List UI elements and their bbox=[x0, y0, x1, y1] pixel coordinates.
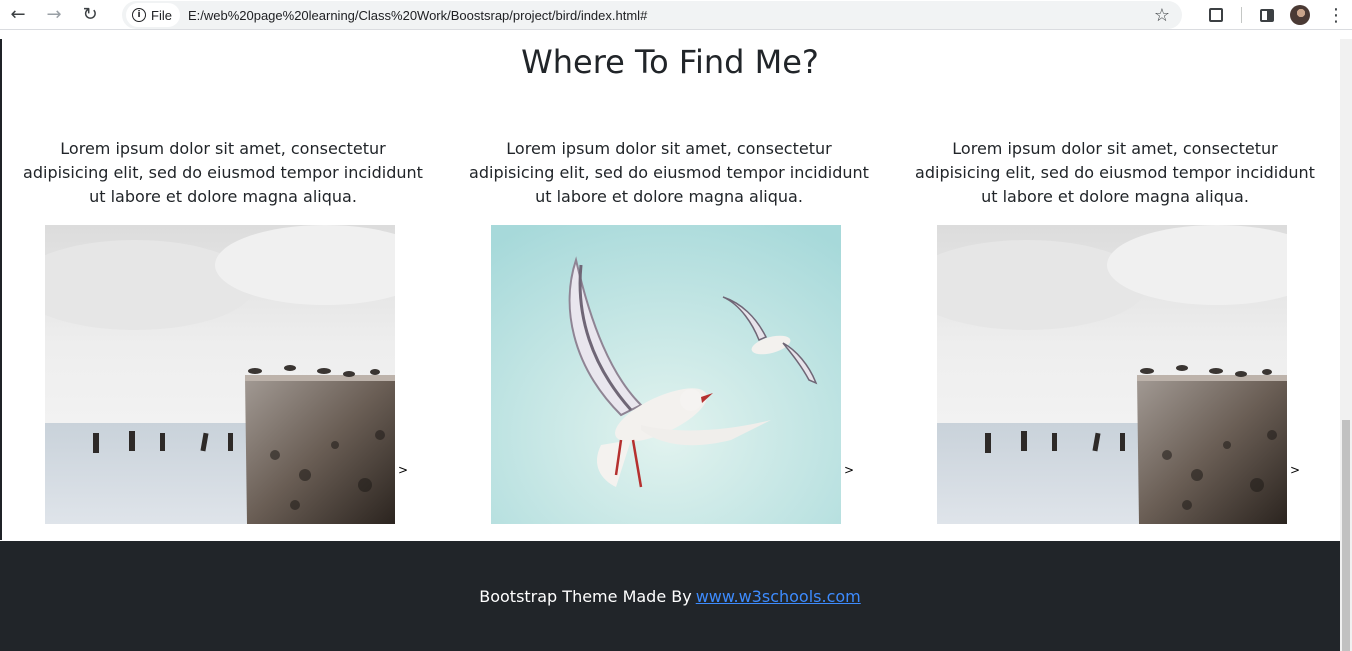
address-bar[interactable]: i File E:/web%20page%20learning/Class%20… bbox=[122, 1, 1182, 29]
location-column-2: Lorem ipsum dolor sit amet, consectetur … bbox=[446, 137, 892, 524]
column-text: Lorem ipsum dolor sit amet, consectetur … bbox=[469, 139, 869, 206]
pier-birds-image bbox=[45, 225, 395, 524]
avatar[interactable] bbox=[1290, 5, 1310, 25]
carousel-next-arrow[interactable]: > bbox=[398, 463, 408, 477]
toolbar-actions: ⋮ bbox=[1201, 0, 1352, 30]
site-info-chip[interactable]: i File bbox=[126, 3, 180, 27]
page-left-edge bbox=[0, 39, 2, 540]
page-footer: Bootstrap Theme Made By www.w3schools.co… bbox=[0, 541, 1340, 651]
scrollbar-thumb[interactable] bbox=[1342, 420, 1350, 651]
vertical-scrollbar[interactable] bbox=[1340, 39, 1352, 651]
pier-birds-image bbox=[937, 225, 1287, 524]
side-panel-icon[interactable] bbox=[1260, 8, 1274, 22]
carousel-next-arrow[interactable]: > bbox=[844, 463, 854, 477]
back-icon[interactable]: ← bbox=[0, 0, 36, 30]
seagulls-image bbox=[491, 225, 841, 524]
location-column-1: Lorem ipsum dolor sit amet, consectetur … bbox=[0, 137, 446, 524]
column-text: Lorem ipsum dolor sit amet, consectetur … bbox=[915, 139, 1315, 206]
site-info-label: File bbox=[151, 7, 172, 23]
column-text: Lorem ipsum dolor sit amet, consectetur … bbox=[23, 139, 423, 206]
info-icon: i bbox=[132, 8, 146, 22]
url-text[interactable]: E:/web%20page%20learning/Class%20Work/Bo… bbox=[188, 8, 647, 23]
location-column-3: Lorem ipsum dolor sit amet, consectetur … bbox=[892, 137, 1338, 524]
browser-toolbar: ← → ↻ i File E:/web%20page%20learning/Cl… bbox=[0, 0, 1352, 30]
footer-text: Bootstrap Theme Made By bbox=[479, 586, 692, 606]
reload-icon[interactable]: ↻ bbox=[72, 0, 108, 30]
star-icon[interactable]: ☆ bbox=[1154, 5, 1170, 26]
forward-icon[interactable]: → bbox=[36, 0, 72, 30]
section-title: Where To Find Me? bbox=[521, 43, 819, 81]
menu-icon[interactable]: ⋮ bbox=[1326, 5, 1346, 26]
toolbar-divider bbox=[1241, 7, 1242, 23]
extensions-icon[interactable] bbox=[1209, 8, 1223, 22]
page-viewport: Where To Find Me? Lorem ipsum dolor sit … bbox=[0, 39, 1340, 651]
carousel-next-arrow[interactable]: > bbox=[1290, 463, 1300, 477]
footer-link[interactable]: www.w3schools.com bbox=[696, 587, 861, 606]
